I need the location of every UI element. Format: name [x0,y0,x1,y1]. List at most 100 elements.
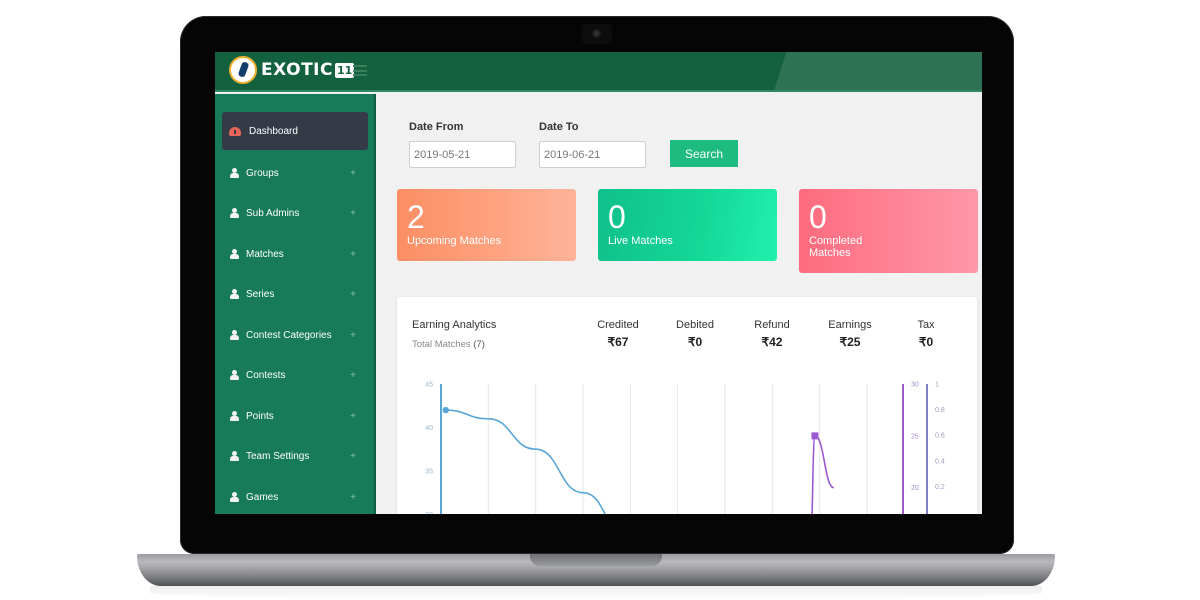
laptop-reflection [150,586,1042,600]
expand-plus-icon[interactable]: + [350,451,356,462]
sidebar-item-points[interactable]: Points + [215,397,374,435]
series-blue-line [445,409,606,514]
sidebar-item-label: Contests [246,369,286,381]
webcam-icon [582,24,612,44]
live-matches-count: 0 [608,199,626,235]
left-axis-tick-label: 45 [425,382,433,389]
sidebar-item-groups[interactable]: Groups + [215,154,374,192]
top-navbar: EXOTIC 11 [215,52,982,92]
user-icon [229,450,239,462]
logo-player-icon [229,56,257,84]
metric-label: Tax [917,319,935,331]
right-axis-2-tick-label: 0.2 [935,484,945,491]
upcoming-matches-label: Upcoming Matches [407,235,502,247]
right-axis-2-tick-label: 0.6 [935,433,945,440]
series-purple-line [811,435,835,514]
metric-tax: Tax ₹0 [891,319,961,349]
laptop-notch [530,554,662,566]
metric-label: Credited [597,319,639,331]
live-matches-card[interactable]: 0 Live Matches [598,189,777,261]
metric-value: ₹67 [607,335,629,349]
brand-name: EXOTIC [261,60,333,80]
sidebar-item-label: Points [246,410,274,422]
sidebar-item-matches[interactable]: Matches + [215,235,374,273]
sidebar-item-label: Team Settings [246,450,310,462]
completed-matches-count: 0 [809,199,827,235]
earning-chart: 45 40 35 30 30 25 20 1 0.8 0.6 0.4 0.2 [425,382,945,514]
metric-value: ₹0 [918,335,934,349]
metric-refund: Refund ₹42 [737,319,807,349]
sidebar-item-label: Matches [246,248,284,260]
hamburger-icon[interactable] [353,65,367,76]
user-icon [229,329,239,341]
sidebar-item-label: Contest Categories [246,329,332,341]
brand-logo[interactable]: EXOTIC 11 [229,56,355,84]
right-axis-2-tick-label: 0.4 [935,458,945,465]
right-axis-1-tick-label: 25 [911,433,919,440]
completed-matches-label: Completed Matches [809,235,968,259]
series-blue-point [442,406,449,414]
app-screen: EXOTIC 11 Dashboard Groups + Sub Admins … [215,52,982,514]
series-purple-point [811,432,819,440]
left-axis-tick-label: 40 [425,425,433,432]
upcoming-matches-count: 2 [407,199,425,235]
right-axis-1-tick-label: 20 [911,485,919,492]
expand-plus-icon[interactable]: + [350,492,356,503]
date-to-label: Date To [539,121,579,133]
metric-value: ₹42 [761,335,783,349]
metric-credited: Credited ₹67 [583,319,653,349]
laptop-mockup: EXOTIC 11 Dashboard Groups + Sub Admins … [0,0,1200,600]
metric-value: ₹25 [839,335,861,349]
total-matches-label: Total Matches [412,339,471,350]
date-from-label: Date From [409,121,464,133]
total-matches-count: (7) [473,339,485,350]
sidebar-item-team-settings[interactable]: Team Settings + [215,437,374,475]
expand-plus-icon[interactable]: + [350,249,356,260]
user-icon [229,410,239,422]
user-icon [229,248,239,260]
upcoming-matches-card[interactable]: 2 Upcoming Matches [397,189,576,261]
expand-plus-icon[interactable]: + [350,289,356,300]
left-axis-tick-label: 35 [425,468,433,475]
sidebar-item-label: Sub Admins [246,207,300,219]
live-matches-label: Live Matches [608,235,673,247]
expand-plus-icon[interactable]: + [350,370,356,381]
sidebar-item-contest-categories[interactable]: Contest Categories + [215,316,374,354]
left-axis-tick-label: 30 [425,512,433,514]
user-icon [229,369,239,381]
earning-analytics-panel: Earning Analytics Total Matches (7) Cred… [397,297,977,514]
panel-title: Earning Analytics [412,319,497,331]
dashboard-gauge-icon [229,126,241,136]
expand-plus-icon[interactable]: + [350,330,356,341]
sidebar-item-label: Groups [246,167,279,179]
sidebar-item-contests[interactable]: Contests + [215,356,374,394]
sidebar-item-games[interactable]: Games + [215,478,374,514]
brand-badge: 11 [334,62,355,78]
date-from-input[interactable] [409,141,516,168]
metric-label: Refund [754,319,790,331]
right-axis-2-tick-label: 1 [935,382,939,389]
date-to-input[interactable] [539,141,646,168]
right-axis-1-tick-label: 30 [911,382,919,389]
user-icon [229,167,239,179]
search-button[interactable]: Search [670,140,738,167]
expand-plus-icon[interactable]: + [350,208,356,219]
metric-earnings: Earnings ₹25 [815,319,885,349]
completed-label-line-2: Matches [809,247,851,259]
user-icon [229,288,239,300]
sidebar-item-dashboard[interactable]: Dashboard [222,112,368,150]
user-icon [229,207,239,219]
user-icon [229,491,239,503]
metric-debited: Debited ₹0 [660,319,730,349]
metric-label: Earnings [828,319,872,331]
sidebar: Dashboard Groups + Sub Admins + Matches … [215,94,376,514]
completed-matches-card[interactable]: 0 Completed Matches [799,189,978,273]
sidebar-item-sub-admins[interactable]: Sub Admins + [215,194,374,232]
sidebar-item-label: Series [246,288,275,300]
completed-label-line-1: Completed [809,235,863,247]
sidebar-item-series[interactable]: Series + [215,275,374,313]
expand-plus-icon[interactable]: + [350,411,356,422]
total-matches: Total Matches (7) [412,339,485,350]
sidebar-item-label: Dashboard [249,125,298,137]
expand-plus-icon[interactable]: + [350,168,356,179]
